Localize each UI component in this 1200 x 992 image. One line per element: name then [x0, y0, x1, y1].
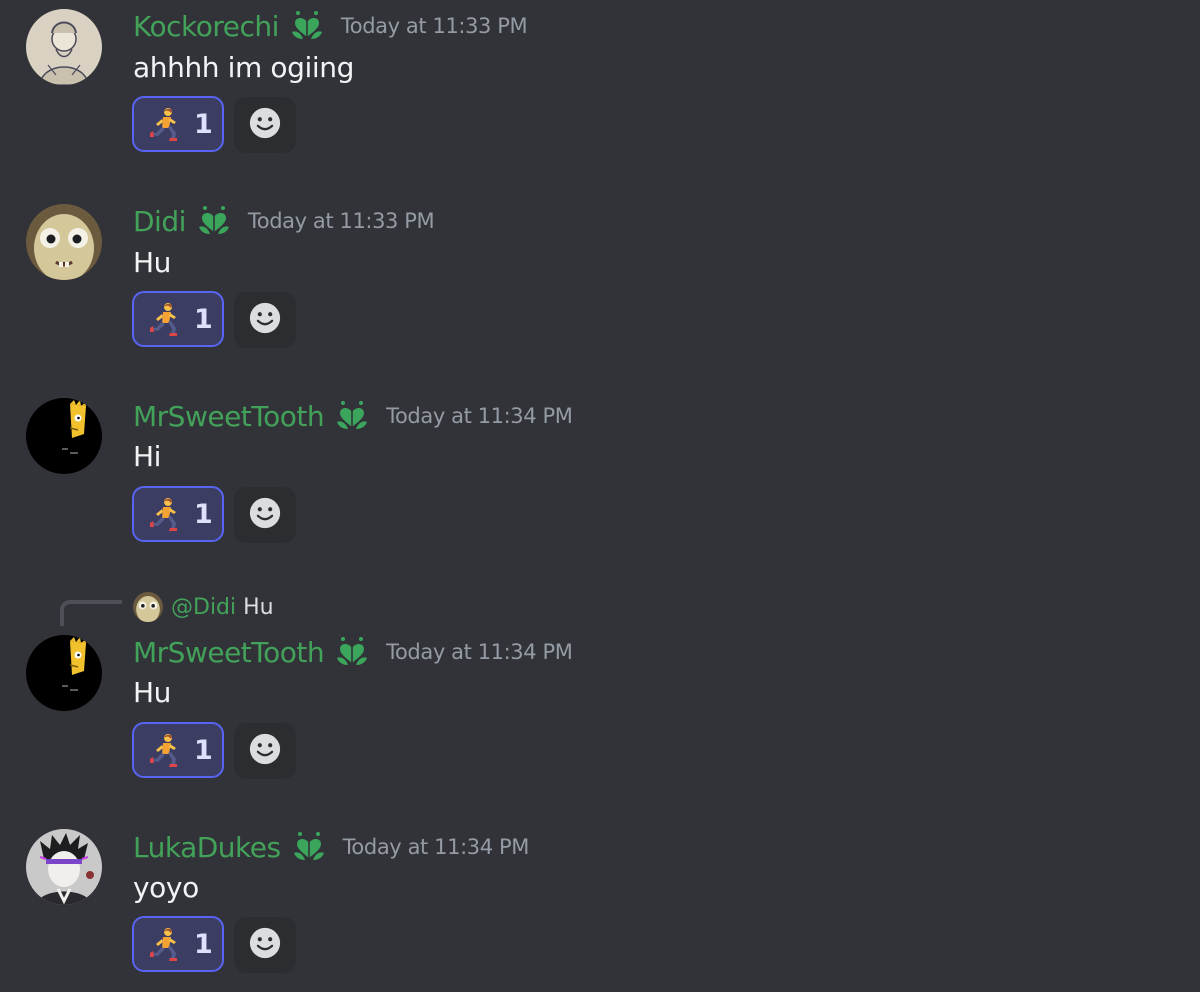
message-content: Hu	[133, 676, 172, 709]
username[interactable]: Kockorechi	[133, 10, 279, 43]
smile-icon	[248, 496, 282, 534]
reply-mention[interactable]: @Didi	[171, 595, 236, 620]
add-reaction-button[interactable]	[234, 917, 296, 973]
reaction-count: 1	[194, 108, 213, 140]
timestamp: Today at 11:34 PM	[386, 640, 573, 664]
message-header: MrSweetTooth Today at 11:34 PM	[133, 396, 573, 436]
person-running-emoji-icon	[148, 496, 184, 532]
smile-icon	[248, 301, 282, 339]
message-content: Hu	[133, 246, 172, 279]
message-header: Kockorechi Today at 11:33 PM	[133, 6, 528, 46]
reply-connector	[60, 600, 122, 626]
reaction-button[interactable]: 1	[132, 291, 224, 347]
smile-icon	[248, 732, 282, 770]
message-header: LukaDukes Today at 11:34 PM	[133, 827, 529, 867]
reaction-count: 1	[194, 498, 213, 530]
person-running-emoji-icon	[148, 106, 184, 142]
person-running-emoji-icon	[148, 926, 184, 962]
message-header: Didi Today at 11:33 PM	[133, 201, 435, 241]
green-heart-role-icon	[334, 398, 370, 434]
reaction-button[interactable]: 1	[132, 486, 224, 542]
timestamp: Today at 11:33 PM	[247, 209, 435, 233]
green-heart-role-icon	[291, 829, 327, 865]
reply-preview[interactable]: @Didi Hu	[133, 591, 274, 623]
reaction-button[interactable]: 1	[132, 96, 224, 152]
timestamp: Today at 11:33 PM	[340, 14, 528, 38]
avatar[interactable]	[26, 9, 102, 85]
message-content: ahhhh im ogiing	[133, 51, 354, 84]
green-heart-role-icon	[334, 634, 370, 670]
reaction-count: 1	[194, 928, 213, 960]
username[interactable]: LukaDukes	[133, 831, 281, 864]
message-header: MrSweetTooth Today at 11:34 PM	[133, 632, 573, 672]
reply-avatar	[133, 592, 163, 622]
message-content: yoyo	[133, 871, 199, 904]
timestamp: Today at 11:34 PM	[386, 404, 573, 428]
smile-icon	[248, 926, 282, 964]
username[interactable]: MrSweetTooth	[133, 400, 325, 433]
green-heart-role-icon	[196, 203, 232, 239]
avatar[interactable]	[26, 398, 102, 474]
reaction-count: 1	[194, 303, 213, 335]
person-running-emoji-icon	[148, 732, 184, 768]
add-reaction-button[interactable]	[234, 723, 296, 779]
reply-text: Hu	[243, 594, 274, 620]
smile-icon	[248, 106, 282, 144]
message-content: Hi	[133, 440, 162, 473]
username[interactable]: Didi	[133, 205, 186, 238]
reaction-count: 1	[194, 734, 213, 766]
add-reaction-button[interactable]	[234, 292, 296, 348]
avatar[interactable]	[26, 635, 102, 711]
person-running-emoji-icon	[148, 301, 184, 337]
avatar[interactable]	[26, 829, 102, 905]
avatar[interactable]	[26, 204, 102, 280]
add-reaction-button[interactable]	[234, 97, 296, 153]
timestamp: Today at 11:34 PM	[342, 835, 530, 859]
reaction-button[interactable]: 1	[132, 722, 224, 778]
username[interactable]: MrSweetTooth	[133, 636, 325, 669]
chat-message-list: Kockorechi Today at 11:33 PM ahhhh im og…	[0, 0, 1200, 992]
green-heart-role-icon	[289, 8, 325, 44]
add-reaction-button[interactable]	[234, 487, 296, 543]
reaction-button[interactable]: 1	[132, 916, 224, 972]
